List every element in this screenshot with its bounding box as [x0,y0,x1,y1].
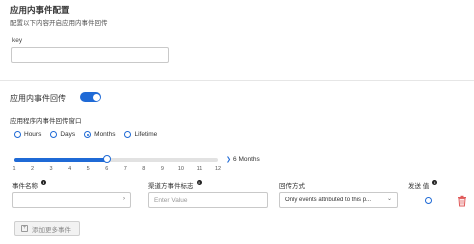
radio-hours[interactable]: Hours [14,131,41,138]
key-label: key [12,37,23,44]
col-method: 回传方式 [279,180,305,190]
col-channel-event: 渠道方事件标志i [148,180,202,190]
radio-label: Hours [24,131,42,138]
radio-label: Lifetime [134,131,158,138]
col-method-label: 回传方式 [279,183,305,190]
radio-label: Months [94,131,116,138]
radio-label: Days [60,131,76,138]
callback-label: 应用内事件回传 [10,94,66,103]
chevron-down-icon: ⌄ [386,196,392,202]
info-icon: i [196,180,202,185]
col-channel-event-label: 渠道方事件标志 [148,183,194,190]
window-radio-group: Hours Days Months Lifetime [14,131,166,138]
method-value: Only events attributed to this p... [285,197,372,203]
trash-icon [458,195,466,207]
col-send-value-label: 发送 值 [408,183,430,190]
col-event-name: 事件名称i [12,180,46,190]
slider-tick-label: 12 [214,166,222,172]
slider-value-label: 6 Months [233,156,260,163]
channel-event-input[interactable] [148,192,268,208]
slider-tick-label: 6 [105,166,109,172]
window-slider[interactable] [14,155,218,163]
radio-button[interactable] [84,131,92,138]
col-send-value: 发送 值i [408,180,438,190]
slider-tick-label: 9 [160,166,164,172]
slider-value: ❯ 6 Months [226,156,260,163]
event-name-select[interactable]: › [12,192,131,208]
chevron-right-icon: ❯ [226,157,232,163]
info-icon: i [41,180,46,185]
page-title: 应用内事件配置 [10,5,70,15]
slider-thumb[interactable] [102,155,111,163]
radio-button[interactable] [124,131,132,138]
slider-tick-label: 3 [49,166,53,172]
add-more-events-button[interactable]: + 添加更多事件 [14,221,80,236]
delete-row-button[interactable] [457,194,467,207]
slider-tick-label: 10 [177,166,184,172]
key-input[interactable] [11,47,169,63]
slider-tick-label: 2 [31,166,35,172]
plus-icon: + [21,225,28,232]
info-icon: i [432,180,438,185]
slider-fill [14,158,107,162]
radio-button[interactable] [50,131,58,138]
radio-lifetime[interactable]: Lifetime [124,131,157,138]
col-event-name-label: 事件名称 [12,183,38,190]
method-select[interactable]: Only events attributed to this p... ⌄ [279,192,398,208]
radio-months[interactable]: Months [84,131,115,138]
send-value-radio[interactable] [425,197,432,204]
add-more-events-label: 添加更多事件 [32,226,71,234]
chevron-right-icon: › [123,196,125,202]
callback-toggle[interactable] [80,92,101,102]
radio-button[interactable] [14,131,21,138]
page-subtitle: 配置以下内容开启应用内事件回传 [10,20,108,27]
toggle-knob [92,93,100,101]
slider-tick-label: 11 [196,166,203,172]
slider-tick-label: 1 [12,166,16,172]
slider-tick-label: 4 [68,166,72,172]
window-label: 应用程序内事件回传窗口 [10,118,82,125]
radio-days[interactable]: Days [50,131,75,138]
slider-tick-label: 7 [123,166,127,172]
slider-tick-label: 5 [86,166,90,172]
section-divider [0,80,474,81]
slider-tick-label: 8 [142,166,146,172]
